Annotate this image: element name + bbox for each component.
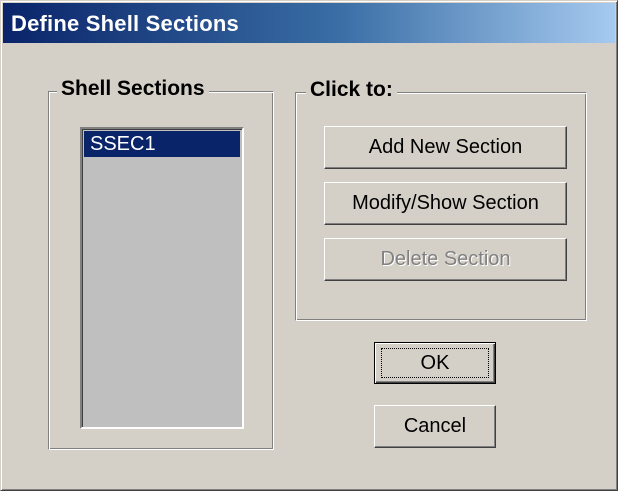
add-new-section-label: Add New Section xyxy=(368,136,523,158)
list-item-ssec1[interactable]: SSEC1 xyxy=(84,131,240,157)
add-new-section-button[interactable]: Add New Section xyxy=(324,126,567,169)
dialog-title: Define Shell Sections xyxy=(11,11,239,36)
cancel-label: Cancel xyxy=(403,415,467,437)
delete-section-button[interactable]: Delete Section xyxy=(324,238,567,281)
ok-button[interactable]: OK xyxy=(374,342,496,384)
focus-rectangle xyxy=(381,348,489,378)
delete-section-label: Delete Section xyxy=(380,248,511,270)
cancel-button[interactable]: Cancel xyxy=(374,405,496,448)
shell-sections-group-label: Shell Sections xyxy=(57,77,209,101)
shell-sections-list[interactable]: SSEC1 xyxy=(80,127,244,429)
modify-show-section-label: Modify/Show Section xyxy=(352,192,539,214)
define-shell-sections-dialog: Define Shell Sections Shell Sections SSE… xyxy=(0,0,618,491)
click-to-group-label: Click to: xyxy=(306,78,397,102)
modify-show-section-button[interactable]: Modify/Show Section xyxy=(324,182,567,225)
title-bar[interactable]: Define Shell Sections xyxy=(3,3,615,43)
